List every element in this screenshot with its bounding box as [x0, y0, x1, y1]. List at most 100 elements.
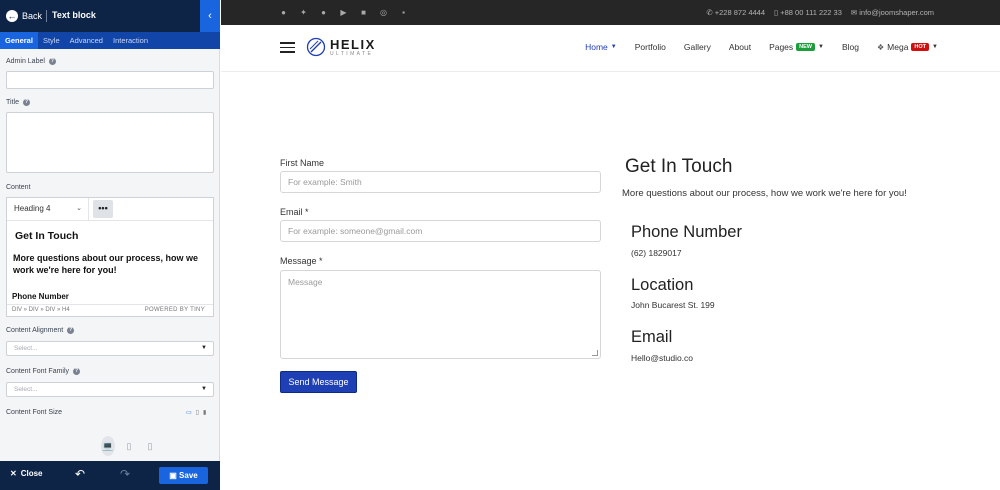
- nav-pages[interactable]: Pages NEW ▼: [769, 42, 824, 52]
- email-placeholder: For example: someone@gmail.com: [288, 226, 423, 236]
- facebook-icon[interactable]: ●: [279, 6, 288, 19]
- title-textarea[interactable]: [6, 112, 214, 173]
- editor-phone-heading: Phone Number: [12, 292, 69, 301]
- rich-text-editor: Heading 4 ⌄ ••• Get In Touch More questi…: [6, 197, 214, 317]
- message-placeholder: Message: [288, 277, 323, 287]
- phone-heading: Phone Number: [631, 223, 742, 241]
- contact-title: Get In Touch: [625, 156, 733, 177]
- editor-statusbar: DIV » DIV » DIV » H4 POWERED BY TINY: [7, 304, 213, 316]
- close-button[interactable]: ✕ Close: [10, 469, 43, 478]
- new-badge: NEW: [796, 43, 816, 51]
- logo-wordmark: HELIX ULTIMATE: [330, 38, 376, 57]
- nav-portfolio[interactable]: Portfolio: [635, 42, 666, 52]
- pinterest-icon[interactable]: ●: [319, 6, 328, 19]
- redo-button[interactable]: ↷: [120, 467, 130, 481]
- message-textarea[interactable]: Message: [280, 270, 601, 359]
- app-root: ← Back Text block ‹ General Style Advanc…: [0, 0, 1000, 490]
- topbar-phone-2[interactable]: ▯ +88 00 111 222 33: [774, 8, 842, 17]
- undo-button[interactable]: ↶: [75, 467, 85, 481]
- tab-general[interactable]: General: [0, 32, 38, 49]
- chevron-down-icon: ⌄: [76, 205, 82, 212]
- tab-advanced[interactable]: Advanced: [65, 32, 108, 49]
- topbar-phone-1[interactable]: ✆ +228 872 4444: [706, 8, 765, 17]
- nav-pages-label: Pages: [769, 42, 794, 52]
- help-icon[interactable]: ?: [67, 327, 75, 334]
- block-format-select[interactable]: Heading 4 ⌄: [7, 198, 89, 220]
- desktop-icon[interactable]: ▭: [186, 409, 192, 416]
- element-path[interactable]: DIV » DIV » DIV » H4: [12, 307, 70, 313]
- chevron-down-icon: ▼: [932, 44, 938, 50]
- more-tools-button[interactable]: •••: [93, 200, 113, 218]
- editor-heading: Get In Touch: [15, 230, 79, 242]
- first-name-input[interactable]: For example: Smith: [280, 171, 601, 193]
- nav-home[interactable]: Home ▼: [585, 42, 617, 52]
- email-input[interactable]: For example: someone@gmail.com: [280, 220, 601, 242]
- close-label: Close: [20, 469, 43, 478]
- nav-blog[interactable]: Blog: [842, 42, 859, 52]
- back-button[interactable]: ← Back: [6, 9, 42, 23]
- tab-style[interactable]: Style: [38, 32, 65, 49]
- nav-gallery[interactable]: Gallery: [684, 42, 711, 52]
- save-button[interactable]: ▣ Save: [159, 467, 208, 484]
- nav-about[interactable]: About: [729, 42, 751, 52]
- panel-tabs: General Style Advanced Interaction: [0, 32, 220, 49]
- topbar-phone-1-text: +228 872 4444: [714, 8, 766, 17]
- editor-paragraph: More questions about our process, how we…: [13, 253, 199, 275]
- panel-header: ← Back Text block ‹: [0, 0, 220, 32]
- help-icon[interactable]: ?: [22, 99, 30, 106]
- mobile-icon[interactable]: ▮: [203, 409, 206, 416]
- tablet-view-button[interactable]: ▯: [122, 436, 136, 456]
- topbar-contacts: ✆ +228 872 4444 ▯ +88 00 111 222 33 ✉ in…: [706, 8, 934, 17]
- hamburger-menu-button[interactable]: [280, 42, 295, 53]
- location-heading: Location: [631, 276, 694, 294]
- tablet-icon[interactable]: ▯: [196, 409, 199, 416]
- mobile-icon: ▯: [147, 441, 153, 451]
- content-label-text: Content: [6, 184, 31, 191]
- youtube-icon[interactable]: ▶: [339, 6, 348, 19]
- responsive-device-icons: ▭ ▯ ▮: [186, 409, 206, 416]
- help-icon[interactable]: ?: [73, 368, 81, 375]
- email-value[interactable]: Hello@studio.co: [631, 353, 693, 363]
- instagram-icon[interactable]: ◎: [379, 6, 388, 19]
- block-format-value: Heading 4: [14, 204, 51, 213]
- font-family-label-text: Content Font Family: [6, 368, 70, 375]
- logo-main-text: HELIX: [330, 36, 376, 52]
- alignment-select[interactable]: Select... ▼: [6, 341, 214, 356]
- admin-label-input[interactable]: [6, 71, 214, 89]
- location-value: John Bucarest St. 199: [631, 300, 715, 310]
- help-icon[interactable]: ?: [48, 58, 56, 65]
- caret-down-icon: ▼: [201, 345, 207, 351]
- font-family-select[interactable]: Select... ▼: [6, 382, 214, 397]
- undo-icon: ↶: [75, 467, 86, 481]
- close-icon: ✕: [10, 469, 17, 478]
- linkedin-icon[interactable]: ■: [359, 6, 368, 19]
- send-message-button[interactable]: Send Message: [280, 371, 357, 393]
- twitter-icon[interactable]: ✦: [299, 6, 308, 19]
- main-nav: Home ▼ Portfolio Gallery About Pages NEW…: [585, 42, 938, 52]
- first-name-label: First Name: [280, 158, 325, 168]
- collapse-panel-button[interactable]: ‹: [200, 0, 220, 32]
- alignment-placeholder: Select...: [14, 345, 38, 352]
- topbar-email[interactable]: ✉ info@joomshaper.com: [851, 8, 934, 17]
- chevron-left-icon: ‹: [208, 10, 212, 22]
- header-divider: [46, 10, 47, 22]
- editor-content-area[interactable]: Get In Touch More questions about our pr…: [7, 222, 213, 305]
- mobile-view-button[interactable]: ▯: [143, 436, 157, 456]
- panel-footer: ✕ Close ↶ ↷ ▣ Save: [0, 461, 220, 490]
- phone-value: (62) 1829017: [631, 248, 682, 258]
- flickr-icon[interactable]: ▪: [399, 6, 408, 19]
- admin-label-label: Admin Label ?: [6, 58, 56, 65]
- site-topbar: ● ✦ ● ▶ ■ ◎ ▪ ✆ +228 872 4444 ▯ +88 00 1…: [221, 0, 1000, 25]
- logo-sub-text: ULTIMATE: [330, 50, 374, 57]
- laptop-icon: 💻: [102, 441, 114, 451]
- nav-mega[interactable]: ❖ Mega HOT ▼: [877, 42, 938, 52]
- site-logo[interactable]: HELIX ULTIMATE: [306, 35, 376, 59]
- save-icon: ▣: [169, 471, 177, 480]
- desktop-view-button[interactable]: 💻: [101, 436, 115, 456]
- tab-interaction[interactable]: Interaction: [108, 32, 153, 49]
- nav-blog-label: Blog: [841, 42, 859, 52]
- topbar-email-text: info@joomshaper.com: [859, 8, 934, 17]
- title-label: Title ?: [6, 99, 30, 106]
- resize-handle-icon[interactable]: [592, 350, 598, 356]
- powered-by[interactable]: POWERED BY TINY: [145, 305, 205, 316]
